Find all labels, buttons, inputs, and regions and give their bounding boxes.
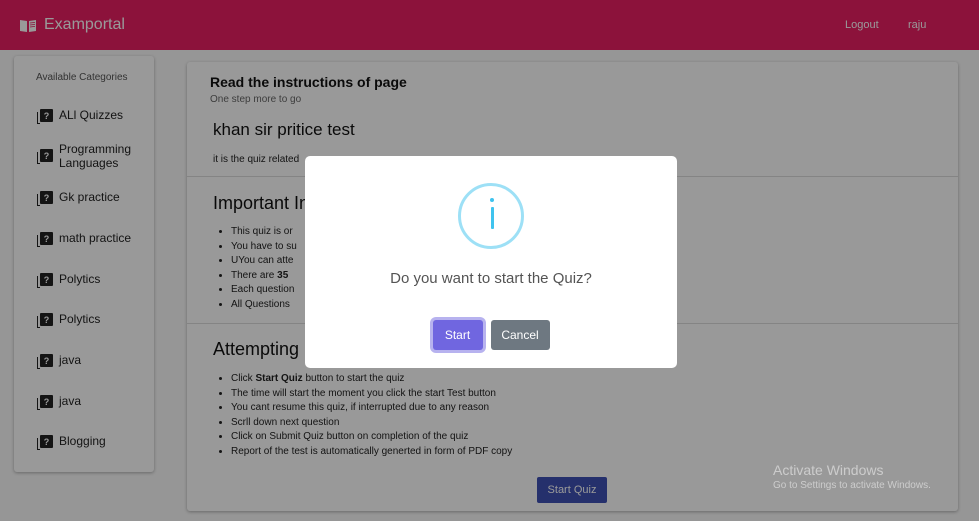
watermark-title: Activate Windows [773, 462, 884, 478]
cancel-button[interactable]: Cancel [490, 320, 550, 350]
info-icon [458, 183, 524, 249]
confirm-start-button[interactable]: Start [432, 320, 483, 350]
dialog-actions: Start Cancel [305, 320, 677, 350]
start-quiz-dialog: Do you want to start the Quiz? Start Can… [305, 156, 677, 368]
dialog-question: Do you want to start the Quiz? [390, 270, 592, 287]
activate-windows-watermark: Activate Windows Go to Settings to activ… [773, 462, 931, 491]
watermark-subtitle: Go to Settings to activate Windows. [773, 480, 931, 491]
